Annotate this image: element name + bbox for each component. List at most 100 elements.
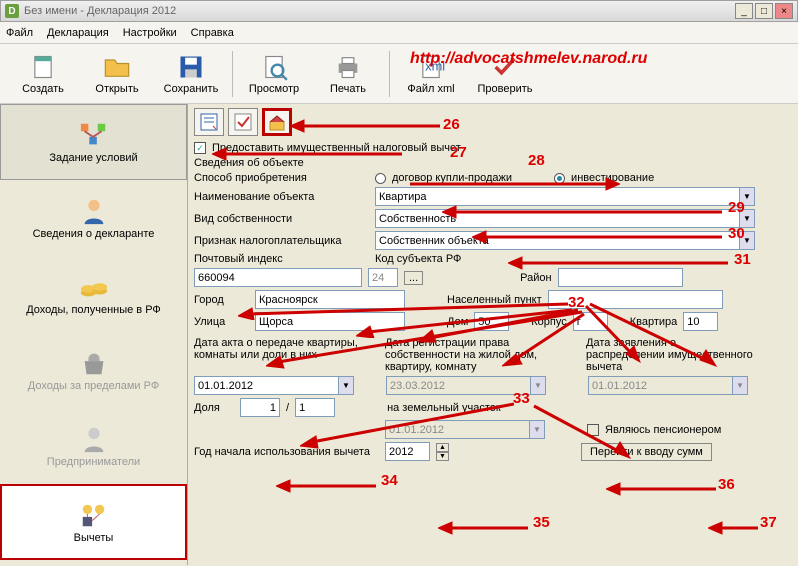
bag-icon [77, 348, 111, 378]
chevron-down-icon: ▼ [529, 421, 544, 438]
xml-label: Файл xml [407, 83, 454, 95]
date-act-combo[interactable]: 01.01.2012▼ [194, 376, 354, 395]
new-file-icon [29, 53, 57, 81]
folder-open-icon [103, 53, 131, 81]
owner-combo[interactable]: Собственность▼ [375, 209, 755, 228]
zip-input[interactable] [194, 268, 362, 287]
share-b-input[interactable] [295, 398, 335, 417]
owner-value: Собственность [379, 213, 456, 225]
taxpayer-value: Собственник объекта [379, 235, 489, 247]
sidebar-label: Доходы, полученные в РФ [26, 304, 161, 316]
date-reg-label: Дата регистрации права собственности на … [385, 337, 580, 373]
sidebar-item-conditions[interactable]: Задание условий [0, 104, 187, 180]
house-icon [267, 112, 287, 132]
sidebar-item-income-rf[interactable]: Доходы, полученные в РФ [0, 256, 187, 332]
divider [389, 51, 390, 97]
annotation-36: 36 [718, 476, 735, 493]
toolbar: Создать Открыть Сохранить Просмотр Печат… [0, 44, 798, 104]
goto-sums-button[interactable]: Перейти к вводу сумм [581, 443, 712, 461]
chevron-down-icon: ▼ [739, 188, 754, 205]
print-button[interactable]: Печать [311, 46, 385, 102]
section-title: Сведения об объекте [194, 157, 792, 169]
tab-social[interactable] [228, 108, 258, 136]
building-input[interactable] [573, 312, 608, 331]
chevron-down-icon: ▼ [530, 377, 545, 394]
sidebar-item-declarant[interactable]: Сведения о декларанте [0, 180, 187, 256]
street-input[interactable] [255, 312, 405, 331]
city-input[interactable] [255, 290, 405, 309]
flat-input[interactable] [683, 312, 718, 331]
flat-label: Квартира [630, 316, 678, 328]
menu-help[interactable]: Справка [191, 27, 234, 39]
conditions-icon [77, 120, 111, 150]
date-reg-combo[interactable]: 23.03.2012 ▼ [386, 376, 546, 395]
deductions-icon [77, 500, 111, 530]
checkbox-icon [233, 112, 253, 132]
radio-invest-label: инвестирование [571, 172, 654, 184]
pensioner-checkbox[interactable] [587, 424, 599, 436]
save-icon [177, 53, 205, 81]
taxpayer-label: Признак налогоплательщика [194, 235, 369, 247]
check-label: Проверить [477, 83, 532, 95]
district-label: Район [520, 272, 551, 284]
street-label: Улица [194, 316, 249, 328]
year-down[interactable]: ▼ [436, 452, 449, 461]
preview-button[interactable]: Просмотр [237, 46, 311, 102]
city-label: Город [194, 294, 249, 306]
building-label: Корпус [531, 316, 566, 328]
tab-standard[interactable] [194, 108, 224, 136]
save-button[interactable]: Сохранить [154, 46, 228, 102]
taxpayer-combo[interactable]: Собственник объекта▼ [375, 231, 755, 250]
share-a-input[interactable] [240, 398, 280, 417]
businessman-icon [77, 424, 111, 454]
menu-declaration[interactable]: Декларация [47, 27, 109, 39]
tab-property[interactable] [262, 108, 292, 136]
sidebar-item-income-foreign[interactable]: Доходы за пределами РФ [0, 332, 187, 408]
url-overlay: http://advocatshmelev.narod.ru [410, 50, 647, 68]
date-land-value: 01.01.2012 [389, 424, 444, 436]
share-label: Доля [194, 402, 234, 414]
provide-checkbox[interactable]: ✓ [194, 142, 206, 154]
name-value: Квартира [379, 191, 427, 203]
sidebar-item-deductions[interactable]: Вычеты [0, 484, 187, 560]
house-label: Дом [447, 316, 468, 328]
house-input[interactable] [474, 312, 509, 331]
menu-file[interactable]: Файл [6, 27, 33, 39]
year-label: Год начала использования вычета [194, 446, 379, 458]
sidebar-label: Доходы за пределами РФ [28, 380, 159, 392]
radio-invest[interactable] [554, 173, 565, 184]
year-input[interactable] [385, 442, 430, 461]
pensioner-label: Являюсь пенсионером [605, 424, 721, 436]
preview-icon [260, 53, 288, 81]
zip-label: Почтовый индекс [194, 253, 369, 265]
radio-contract-label: договор купли-продажи [392, 172, 512, 184]
menubar: Файл Декларация Настройки Справка [0, 22, 798, 44]
radio-contract[interactable] [375, 173, 386, 184]
land-label: на земельный участок [387, 402, 501, 414]
date-reg-value: 23.03.2012 [390, 380, 445, 392]
owner-label: Вид собственности [194, 213, 369, 225]
sidebar-label: Вычеты [74, 532, 114, 544]
year-up[interactable]: ▲ [436, 443, 449, 452]
create-button[interactable]: Создать [6, 46, 80, 102]
district-input[interactable] [558, 268, 683, 287]
minimize-button[interactable]: _ [735, 3, 753, 19]
provide-label: Предоставить имущественный налоговый выч… [212, 142, 461, 154]
maximize-button[interactable]: □ [755, 3, 773, 19]
date-app-combo[interactable]: 01.01.2012▼ [588, 376, 748, 395]
sidebar-item-entrepreneurs[interactable]: Предприниматели [0, 408, 187, 484]
create-label: Создать [22, 83, 64, 95]
print-label: Печать [330, 83, 366, 95]
titlebar: D Без имени - Декларация 2012 _ □ × [0, 0, 798, 22]
sidebar-label: Задание условий [49, 152, 137, 164]
date-land-combo[interactable]: 01.01.2012 ▼ [385, 420, 545, 439]
sidebar: Задание условий Сведения о декларанте До… [0, 104, 188, 565]
region-browse-button[interactable]: ... [404, 271, 423, 285]
region-input[interactable] [368, 268, 398, 287]
name-combo[interactable]: Квартира ▼ [375, 187, 755, 206]
menu-settings[interactable]: Настройки [123, 27, 177, 39]
locality-input[interactable] [548, 290, 723, 309]
open-button[interactable]: Открыть [80, 46, 154, 102]
close-button[interactable]: × [775, 3, 793, 19]
list-icon [199, 112, 219, 132]
